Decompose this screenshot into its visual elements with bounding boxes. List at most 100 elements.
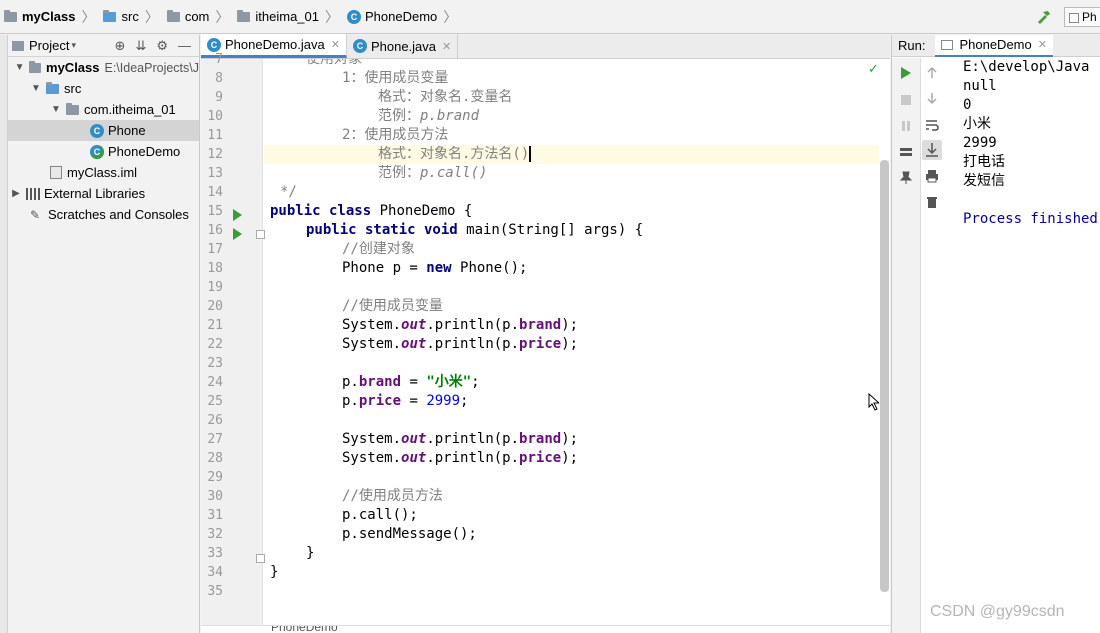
iml-file-icon bbox=[50, 166, 62, 179]
breadcrumb-project[interactable]: myClass 〉 bbox=[0, 0, 99, 34]
tree-item-myclass[interactable]: ▼ myClass E:\IdeaProjects\J bbox=[8, 57, 199, 78]
run-tab-phonedemo[interactable]: PhoneDemo ✕ bbox=[935, 34, 1053, 57]
tree-item-iml[interactable]: myClass.iml bbox=[8, 162, 199, 183]
current-line-highlight bbox=[264, 145, 879, 164]
tree-item-phone[interactable]: C Phone bbox=[8, 120, 199, 141]
code-line-11: 2：使用成员方法 bbox=[342, 127, 449, 143]
module-folder-icon bbox=[29, 60, 42, 73]
pause-icon[interactable] bbox=[899, 119, 913, 133]
line-number: 35 bbox=[207, 584, 223, 599]
line-number: 33 bbox=[207, 546, 223, 561]
hide-panel-icon[interactable]: — bbox=[178, 38, 191, 54]
soft-wrap-icon[interactable] bbox=[925, 118, 939, 132]
close-tab-icon[interactable]: ✕ bbox=[331, 38, 340, 51]
editor-bottom-breadcrumb[interactable]: PhoneDemo bbox=[201, 625, 890, 633]
code-area[interactable]: 使用对象 1：使用成员变量 格式：对象名.变量名 范例：p.brand 2：使用… bbox=[264, 59, 879, 625]
java-class-icon: C bbox=[347, 9, 361, 24]
locate-target-icon[interactable]: ⊕ bbox=[115, 38, 126, 54]
line-number: 28 bbox=[207, 451, 223, 466]
console-output[interactable]: E:\develop\Java null 0 小米 2999 打电话 发短信 P… bbox=[952, 58, 1100, 633]
package-folder-icon bbox=[237, 9, 251, 22]
console-line: 发短信 bbox=[963, 173, 1005, 189]
line-number-gutter[interactable]: 7 8 9 10 11 12 13 14 15 16 17 18 19 20 2… bbox=[201, 52, 265, 625]
build-hammer-icon[interactable] bbox=[1036, 9, 1052, 25]
breadcrumb-package[interactable]: itheima_01 〉 bbox=[233, 0, 343, 34]
runnable-class-icon: C bbox=[90, 144, 104, 159]
console-line: 小米 bbox=[963, 116, 991, 132]
collapsed-arrow-icon[interactable]: ▶ bbox=[10, 188, 22, 199]
console-line: null bbox=[963, 78, 997, 94]
tree-item-external-libraries[interactable]: ▶ External Libraries bbox=[8, 183, 199, 204]
breadcrumb-file[interactable]: C PhoneDemo 〉 bbox=[343, 0, 461, 34]
code-line-8: 1：使用成员变量 bbox=[342, 70, 449, 86]
run-config-icon bbox=[1069, 12, 1079, 23]
chevron-right-icon: 〉 bbox=[215, 8, 230, 25]
code-line-34: } bbox=[270, 564, 279, 580]
line-number: 14 bbox=[207, 185, 223, 200]
run-configuration-dropdown[interactable]: Ph bbox=[1064, 7, 1100, 27]
trash-icon[interactable] bbox=[925, 195, 939, 209]
code-line-14: */ bbox=[280, 184, 297, 200]
line-number: 17 bbox=[207, 242, 223, 257]
expanded-arrow-icon[interactable]: ▼ bbox=[50, 104, 62, 115]
line-number: 9 bbox=[215, 90, 223, 105]
tree-item-scratches[interactable]: ✎ Scratches and Consoles bbox=[8, 204, 199, 225]
source-folder-icon bbox=[103, 9, 117, 22]
code-line-20: //使用成员变量 bbox=[342, 298, 443, 314]
console-line: 0 bbox=[963, 97, 972, 113]
libraries-icon bbox=[26, 187, 40, 200]
tree-item-package[interactable]: ▼ com.itheima_01 bbox=[8, 99, 199, 120]
expanded-arrow-icon[interactable]: ▼ bbox=[14, 62, 25, 73]
line-number: 24 bbox=[207, 375, 223, 390]
tree-item-phonedemo[interactable]: C PhoneDemo bbox=[8, 141, 199, 162]
run-config-icon bbox=[941, 39, 954, 50]
print-icon[interactable] bbox=[925, 169, 939, 183]
stop-icon[interactable] bbox=[899, 93, 913, 107]
code-line-15: public class PhoneDemo { bbox=[270, 203, 473, 219]
line-number: 26 bbox=[207, 413, 223, 428]
dropdown-arrow-icon[interactable]: ▾ bbox=[71, 40, 76, 51]
project-panel-header: Project ▾ ⊕ ⇊ ⚙ — bbox=[8, 35, 199, 57]
line-number: 15 bbox=[207, 204, 223, 219]
scroll-up-icon[interactable] bbox=[925, 66, 939, 80]
code-line-12: 格式：对象名.方法名() bbox=[378, 146, 532, 162]
breadcrumb-com[interactable]: com 〉 bbox=[163, 0, 234, 34]
mouse-pointer-icon bbox=[868, 392, 879, 411]
tab-phone-java[interactable]: C Phone.java ✕ bbox=[347, 34, 459, 58]
run-tool-window: Run: PhoneDemo ✕ E:\develop\Java null 0 … bbox=[891, 34, 1100, 633]
tree-item-src[interactable]: ▼ src bbox=[8, 78, 199, 99]
settings-gear-icon[interactable]: ⚙ bbox=[156, 38, 168, 54]
pin-icon[interactable] bbox=[899, 171, 913, 185]
project-view-dropdown[interactable]: Project bbox=[29, 38, 69, 53]
line-number: 21 bbox=[207, 318, 223, 333]
layout-icon[interactable] bbox=[899, 145, 913, 159]
line-number: 13 bbox=[207, 166, 223, 181]
expanded-arrow-icon[interactable]: ▼ bbox=[30, 83, 42, 94]
scroll-down-icon[interactable] bbox=[925, 91, 939, 105]
code-line-13: 范例：p.call() bbox=[378, 165, 488, 181]
left-tool-window-strip[interactable] bbox=[0, 35, 8, 633]
line-number: 32 bbox=[207, 527, 223, 542]
editor-scrollbar[interactable] bbox=[880, 160, 889, 592]
run-main-icon[interactable] bbox=[233, 228, 242, 240]
console-line: E:\develop\Java bbox=[963, 59, 1090, 75]
collapse-all-icon[interactable]: ⇊ bbox=[135, 38, 146, 54]
rerun-icon[interactable] bbox=[899, 66, 913, 80]
java-class-icon: C bbox=[352, 39, 367, 53]
console-line: 打电话 bbox=[963, 154, 1005, 170]
breadcrumb-src[interactable]: src 〉 bbox=[99, 0, 162, 34]
chevron-right-icon: 〉 bbox=[144, 8, 159, 25]
close-tab-icon[interactable]: ✕ bbox=[1038, 38, 1047, 51]
code-line-31: p.call(); bbox=[342, 507, 418, 523]
no-problems-check-icon[interactable]: ✓ bbox=[868, 61, 879, 77]
scratches-icon: ✎ bbox=[30, 207, 41, 222]
project-panel: Project ▾ ⊕ ⇊ ⚙ — ▼ myClass E:\IdeaProje… bbox=[8, 35, 200, 633]
close-tab-icon[interactable]: ✕ bbox=[442, 40, 451, 53]
line-number: 31 bbox=[207, 508, 223, 523]
code-line-16: public static void main(String[] args) { bbox=[306, 222, 644, 238]
code-line-24: p.brand = "小米"; bbox=[342, 374, 480, 390]
code-line-7: 使用对象 bbox=[306, 59, 362, 67]
scroll-to-end-icon[interactable] bbox=[922, 140, 942, 160]
run-class-icon[interactable] bbox=[233, 209, 242, 221]
